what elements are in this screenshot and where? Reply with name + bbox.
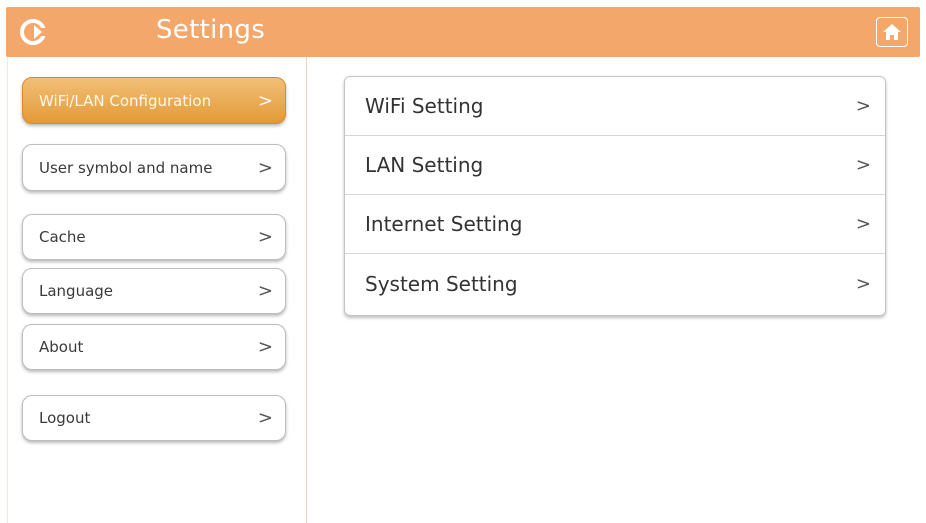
sidebar-item-language[interactable]: Language >: [22, 268, 286, 314]
chevron-right-icon: >: [855, 273, 871, 294]
chevron-right-icon: >: [257, 226, 273, 248]
list-item-lan-setting[interactable]: LAN Setting >: [345, 136, 885, 195]
chevron-right-icon: >: [257, 280, 273, 302]
list-item-label: System Setting: [365, 271, 518, 296]
chevron-right-icon: >: [257, 90, 273, 111]
chevron-right-icon: >: [855, 95, 871, 117]
home-icon: [883, 24, 901, 40]
sidebar-item-label: WiFi/LAN Configuration: [39, 91, 212, 110]
settings-list-panel: WiFi Setting > LAN Setting > Internet Se…: [344, 76, 886, 316]
sidebar-item-label: About: [39, 338, 84, 356]
page-title: Settings: [156, 15, 266, 45]
header-bar: Settings: [6, 7, 920, 57]
sidebar-item-label: Language: [39, 282, 114, 300]
list-item-label: LAN Setting: [365, 153, 484, 177]
sidebar-item-about[interactable]: About >: [22, 324, 286, 370]
chevron-right-icon: >: [855, 213, 871, 235]
list-item-system-setting[interactable]: System Setting >: [345, 254, 885, 313]
list-item-label: WiFi Setting: [365, 94, 484, 118]
sidebar-item-cache[interactable]: Cache >: [22, 214, 286, 260]
chevron-right-icon: >: [257, 336, 273, 358]
home-button[interactable]: [876, 17, 908, 47]
sidebar-divider: [306, 57, 307, 523]
chevron-right-icon: >: [855, 154, 871, 176]
back-button[interactable]: [15, 14, 51, 50]
sidebar-item-label: Logout: [39, 409, 91, 427]
back-arrow-icon: [20, 19, 46, 45]
sidebar-item-user-symbol-and-name[interactable]: User symbol and name >: [22, 144, 286, 191]
chevron-right-icon: >: [257, 157, 273, 178]
sidebar-item-logout[interactable]: Logout >: [22, 395, 286, 441]
sidebar-edge: [7, 57, 8, 523]
list-item-label: Internet Setting: [365, 212, 523, 236]
list-item-internet-setting[interactable]: Internet Setting >: [345, 195, 885, 254]
chevron-right-icon: >: [257, 407, 273, 429]
sidebar-item-wifi-lan-configuration[interactable]: WiFi/LAN Configuration >: [22, 77, 286, 124]
list-item-wifi-setting[interactable]: WiFi Setting >: [345, 77, 885, 136]
sidebar-item-label: Cache: [39, 228, 86, 246]
sidebar-item-label: User symbol and name: [39, 158, 213, 177]
